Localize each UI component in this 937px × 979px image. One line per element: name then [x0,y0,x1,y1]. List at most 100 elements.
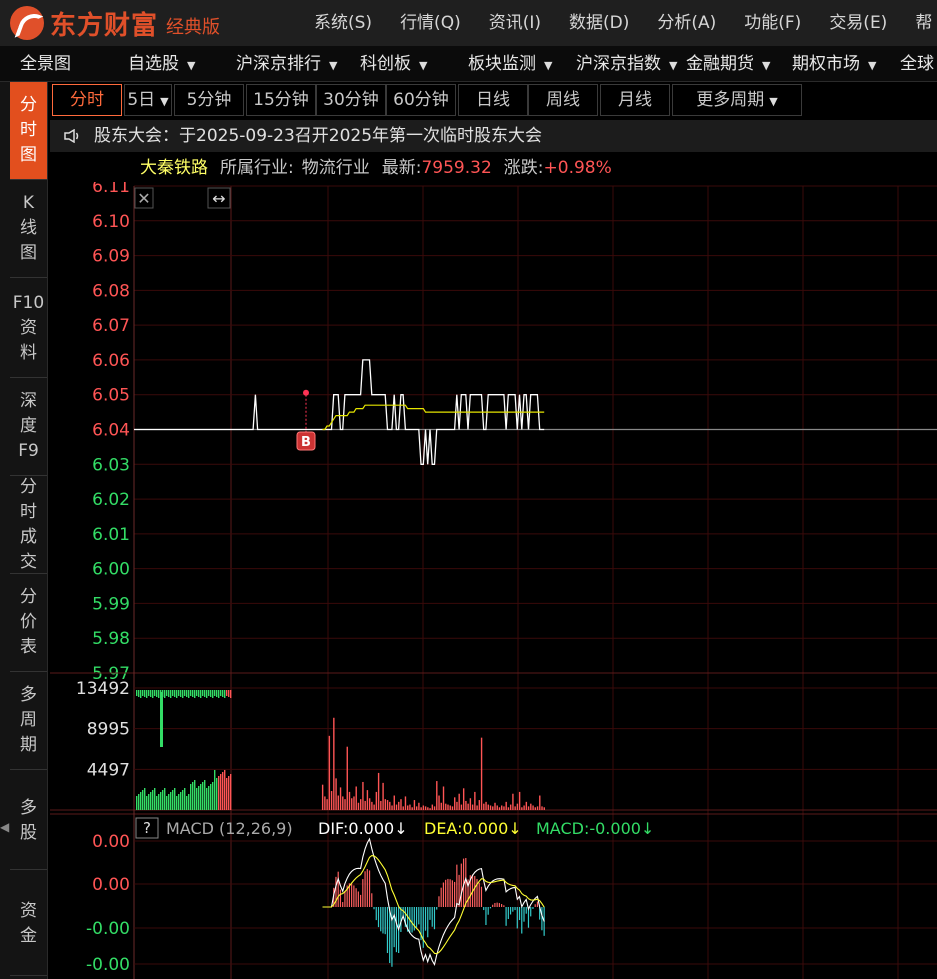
volume-bar [532,805,534,810]
main-menu-item[interactable]: 分析(A) [643,0,730,46]
auction-volume-bar [222,772,224,810]
auction-buy-bar [138,690,140,697]
period-tab[interactable]: 月线 [600,84,670,116]
auction-buy-bar [158,690,160,698]
period-tab[interactable]: 15分钟 [246,84,316,116]
auction-volume-bar [178,794,180,810]
volume-bar [480,737,483,810]
volume-bar [368,798,371,810]
volume-bar [483,803,485,810]
period-tab[interactable]: 5日 ▼ [124,84,172,116]
main-menu-item[interactable]: 帮 [901,0,937,46]
volume-bar [353,796,355,810]
expand-horizontal-icon[interactable]: ↔ [212,189,225,208]
volume-bar [460,804,463,810]
help-icon[interactable]: ? [143,819,151,837]
period-tab-label: 5分钟 [186,90,232,110]
auction-volume-bar [202,782,204,810]
auction-volume-bar [224,770,226,810]
auction-volume-bar [164,788,166,810]
side-tab[interactable]: 资 金 [10,872,47,976]
nav-item[interactable]: 科创板 ▼ [360,46,427,82]
industry-label: 所属行业: [220,158,294,178]
auction-buy-bar [220,690,222,696]
nav-item[interactable]: 板块监测 ▼ [468,46,552,82]
auction-volume-bar [190,784,192,810]
period-tab-label: 日线 [476,90,510,110]
side-tab[interactable]: K 线 图 [10,180,47,278]
main-menu-item[interactable]: 资讯(I) [475,0,555,46]
auction-buy-bar [190,690,192,696]
macd-title: MACD (12,26,9) [166,819,293,838]
auction-buy-bar [210,690,212,697]
volume-bar [440,802,442,810]
side-tab[interactable]: 分 时 图 [10,82,47,180]
auction-buy-bar [194,690,196,698]
period-tab[interactable]: 周线 [528,84,598,116]
dif-label: DIF:0.000↓ [318,819,408,838]
volume-bar [391,805,393,810]
volume-bar [364,800,366,810]
volume-bar [335,778,337,810]
main-menu-item[interactable]: 交易(E) [815,0,901,46]
nav-item[interactable]: 全景图 [20,46,71,82]
main-menu-item[interactable]: 功能(F) [730,0,815,46]
main-menu-item[interactable]: 系统(S) [300,0,386,46]
volume-bar [487,804,489,810]
side-tab[interactable]: 多 股 [10,772,47,870]
side-tab[interactable]: 分 价 表 [10,574,47,672]
side-tab[interactable]: F10 资 料 [10,280,47,378]
volume-bar [523,805,525,810]
nav-item[interactable]: 自选股 ▼ [128,46,195,82]
intraday-chart[interactable]: 6.11 6.10 6.09 6.08 6.07 6.06 6.05 6.04 6.03 6.02… [50,182,937,979]
auction-volume-bar [218,776,220,810]
auction-volume-bar [148,794,150,810]
auction-volume-bar [180,792,182,810]
main-menu-item[interactable]: 数据(D) [555,0,643,46]
stock-name[interactable]: 大秦铁路 [140,158,208,178]
speaker-icon [64,129,79,143]
price-tick-label: 6.00 [92,560,130,580]
auction-buy-bar [186,690,188,697]
period-tab[interactable]: 60分钟 [386,84,456,116]
notice-bar[interactable]: 股东大会：于2025-09-23召开2025年第一次临时股东大会 [50,120,937,152]
latest-value: 7959.32 [421,158,492,178]
period-tab[interactable]: 日线 [458,84,528,116]
nav-item[interactable]: 期权市场 ▼ [792,46,876,82]
main-menu-item[interactable]: 行情(Q) [386,0,475,46]
volume-bar [402,806,404,810]
price-tick-label: 6.02 [92,490,130,510]
auction-volume-bar [214,770,216,810]
period-tab[interactable]: 30分钟 [316,84,386,116]
price-tick-label: 5.98 [92,629,130,649]
auction-volume-bar [170,792,172,810]
volume-bar [373,804,375,810]
side-tab[interactable]: 多 周 期 [10,672,47,770]
auction-volume-bar [194,780,196,810]
close-icon[interactable]: ✕ [137,189,150,208]
auction-volume-bar [168,794,170,810]
nav-item-label: 全景图 [20,54,71,74]
collapse-arrow-icon[interactable]: ◀ [0,816,9,838]
nav-item[interactable]: 全球 [900,46,934,82]
volume-bar [357,802,360,810]
nav-item[interactable]: 沪深京指数 ▼ [576,46,677,82]
volume-bar [449,805,451,810]
notice-text: 股东大会：于2025-09-23召开2025年第一次临时股东大会 [94,126,543,146]
auction-buy-bar [166,690,168,696]
period-tab[interactable]: 分时 [52,84,122,116]
auction-buy-bar [142,690,144,696]
side-tab[interactable]: 深 度 F9 [10,378,47,476]
volume-bar [476,805,478,810]
nav-item[interactable]: 沪深京排行 ▼ [236,46,337,82]
avg-price-line [322,404,545,431]
side-tab[interactable]: 分 时 成 交 [10,476,47,574]
volume-bar [404,796,407,810]
period-tab[interactable]: 5分钟 [174,84,244,116]
period-tab[interactable]: 更多周期 ▼ [672,84,802,116]
nav-item[interactable]: 金融期货 ▼ [686,46,770,82]
volume-bar [400,799,402,810]
latest-label: 最新: [381,158,422,178]
main-menu: 系统(S) 行情(Q) 资讯(I) 数据(D) 分析(A) 功能(F) 交易(E) 帮 [300,0,937,46]
nav-item-label: 科创板 [360,54,411,74]
